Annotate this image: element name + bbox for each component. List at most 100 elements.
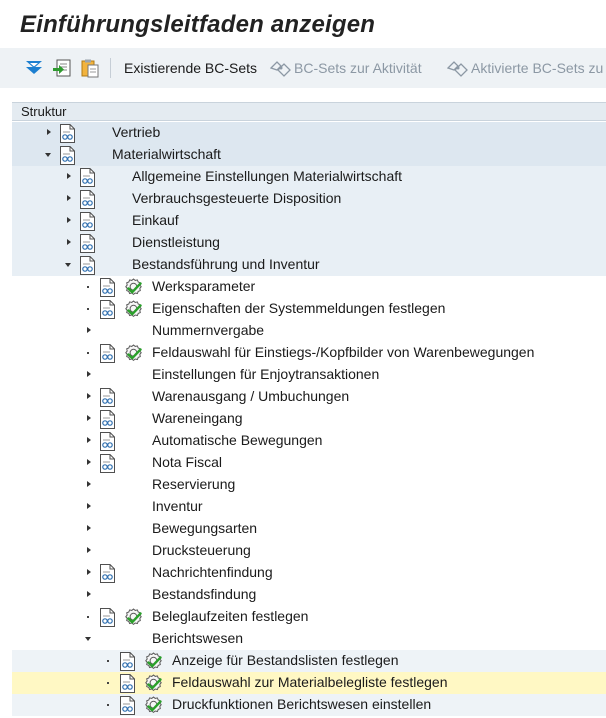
collapsed-arrow-icon[interactable]: [83, 496, 95, 518]
collapsed-arrow-icon[interactable]: [83, 320, 95, 342]
activated-bc-sets-button[interactable]: Aktivierte BC-Sets zu: [447, 48, 603, 88]
tree-node[interactable]: Nummernvergabe: [12, 320, 606, 342]
tree-node-label[interactable]: Vertrieb: [112, 124, 160, 140]
tree-node-label[interactable]: Feldauswahl für Einstiegs-/Kopfbilder vo…: [152, 344, 534, 360]
tree-node-label[interactable]: Materialwirtschaft: [112, 146, 221, 162]
tree-node-label[interactable]: Beleglaufzeiten festlegen: [152, 608, 308, 624]
documentation-icon[interactable]: [79, 190, 96, 209]
documentation-icon[interactable]: [99, 388, 116, 407]
documentation-icon[interactable]: [99, 564, 116, 583]
tree-node[interactable]: Eigenschaften der Systemmeldungen festle…: [12, 298, 606, 320]
tree-node[interactable]: Drucksteuerung: [12, 540, 606, 562]
tree-node[interactable]: Anzeige für Bestandslisten festlegen: [12, 650, 606, 672]
tree-node[interactable]: Inventur: [12, 496, 606, 518]
execute-activity-icon[interactable]: [144, 696, 163, 715]
documentation-icon[interactable]: [99, 454, 116, 473]
documentation-icon[interactable]: [99, 432, 116, 451]
tree-node-label[interactable]: Bestandsführung und Inventur: [132, 256, 320, 272]
execute-activity-icon[interactable]: [124, 608, 143, 627]
collapsed-arrow-icon[interactable]: [83, 386, 95, 408]
documentation-icon[interactable]: [59, 124, 76, 143]
existing-bc-sets-button[interactable]: Existierende BC-Sets: [124, 48, 257, 88]
collapsed-arrow-icon[interactable]: [83, 540, 95, 562]
tree-node-label[interactable]: Nummernvergabe: [152, 322, 264, 338]
collapsed-arrow-icon[interactable]: [83, 430, 95, 452]
documentation-icon[interactable]: [99, 300, 116, 319]
collapsed-arrow-icon[interactable]: [63, 166, 75, 188]
tree-node-label[interactable]: Nota Fiscal: [152, 454, 222, 470]
tree-node[interactable]: Werksparameter: [12, 276, 606, 298]
execute-activity-icon[interactable]: [124, 278, 143, 297]
tree-node-label[interactable]: Automatische Bewegungen: [152, 432, 322, 448]
tree-node-label[interactable]: Dienstleistung: [132, 234, 220, 250]
tree-node-label[interactable]: Nachrichtenfindung: [152, 564, 273, 580]
tree-node[interactable]: Vertrieb: [12, 122, 606, 144]
tree-node-label[interactable]: Einstellungen für Enjoytransaktionen: [152, 366, 379, 382]
collapsed-arrow-icon[interactable]: [43, 122, 55, 144]
collapsed-arrow-icon[interactable]: [63, 232, 75, 254]
tree-node[interactable]: Feldauswahl für Einstiegs-/Kopfbilder vo…: [12, 342, 606, 364]
tree-node[interactable]: Wareneingang: [12, 408, 606, 430]
documentation-icon[interactable]: [79, 234, 96, 253]
tree-node-label[interactable]: Allgemeine Einstellungen Materialwirtsch…: [132, 168, 402, 184]
tree-node-label[interactable]: Verbrauchsgesteuerte Disposition: [132, 190, 341, 206]
tree-node-selected[interactable]: Feldauswahl zur Materialbelegliste festl…: [12, 672, 606, 695]
documentation-icon[interactable]: [119, 652, 136, 671]
tree-node[interactable]: Bestandsfindung: [12, 584, 606, 606]
tree-node-label[interactable]: Eigenschaften der Systemmeldungen festle…: [152, 300, 445, 316]
expanded-arrow-icon[interactable]: [43, 144, 55, 166]
collapsed-arrow-icon[interactable]: [83, 584, 95, 606]
tree-node[interactable]: Einkauf: [12, 210, 606, 232]
expand-subtree-button[interactable]: [24, 48, 44, 88]
collapsed-arrow-icon[interactable]: [83, 474, 95, 496]
import-button[interactable]: [52, 48, 72, 88]
tree-node-label[interactable]: Einkauf: [132, 212, 179, 228]
tree-node-label[interactable]: Inventur: [152, 498, 203, 514]
execute-activity-icon[interactable]: [144, 674, 163, 693]
tree-node-label[interactable]: Bewegungsarten: [152, 520, 257, 536]
tree-node[interactable]: Materialwirtschaft: [12, 144, 606, 166]
documentation-icon[interactable]: [79, 212, 96, 231]
tree-node[interactable]: Nachrichtenfindung: [12, 562, 606, 584]
tree-node-label[interactable]: Warenausgang / Umbuchungen: [152, 388, 349, 404]
documentation-icon[interactable]: [99, 608, 116, 627]
tree-node-label[interactable]: Feldauswahl zur Materialbelegliste festl…: [172, 674, 447, 690]
tree-node[interactable]: Einstellungen für Enjoytransaktionen: [12, 364, 606, 386]
tree-node-label[interactable]: Anzeige für Bestandslisten festlegen: [172, 652, 398, 668]
tree-node-label[interactable]: Drucksteuerung: [152, 542, 251, 558]
tree-node[interactable]: Dienstleistung: [12, 232, 606, 254]
bc-sets-activity-button[interactable]: BC-Sets zur Aktivität: [270, 48, 422, 88]
collapsed-arrow-icon[interactable]: [83, 452, 95, 474]
clipboard-button[interactable]: [80, 48, 100, 88]
tree-node[interactable]: Nota Fiscal: [12, 452, 606, 474]
tree-node[interactable]: Beleglaufzeiten festlegen: [12, 606, 606, 628]
documentation-icon[interactable]: [119, 696, 136, 715]
collapsed-arrow-icon[interactable]: [83, 408, 95, 430]
tree-node[interactable]: Warenausgang / Umbuchungen: [12, 386, 606, 408]
collapsed-arrow-icon[interactable]: [63, 210, 75, 232]
execute-activity-icon[interactable]: [124, 344, 143, 363]
execute-activity-icon[interactable]: [124, 300, 143, 319]
tree-node-label[interactable]: Bestandsfindung: [152, 586, 256, 602]
documentation-icon[interactable]: [99, 410, 116, 429]
tree-node[interactable]: Automatische Bewegungen: [12, 430, 606, 452]
tree-node-label[interactable]: Reservierung: [152, 476, 235, 492]
expanded-arrow-icon[interactable]: [63, 254, 75, 276]
expanded-arrow-icon[interactable]: [83, 628, 95, 650]
collapsed-arrow-icon[interactable]: [83, 518, 95, 540]
documentation-icon[interactable]: [79, 168, 96, 187]
documentation-icon[interactable]: [79, 256, 96, 275]
tree-node[interactable]: Bewegungsarten: [12, 518, 606, 540]
tree-node-label[interactable]: Berichtswesen: [152, 630, 243, 646]
tree-node[interactable]: Verbrauchsgesteuerte Disposition: [12, 188, 606, 210]
structure-tree[interactable]: Vertrieb Materialwirtschaft Allgemeine Ein…: [12, 122, 606, 718]
tree-node-label[interactable]: Wareneingang: [152, 410, 243, 426]
collapsed-arrow-icon[interactable]: [83, 562, 95, 584]
tree-node[interactable]: Bestandsführung und Inventur: [12, 254, 606, 276]
tree-node-label[interactable]: Werksparameter: [152, 278, 255, 294]
documentation-icon[interactable]: [99, 278, 116, 297]
tree-node[interactable]: Allgemeine Einstellungen Materialwirtsch…: [12, 166, 606, 188]
tree-node[interactable]: Druckfunktionen Berichtswesen einstellen: [12, 694, 606, 716]
documentation-icon[interactable]: [99, 344, 116, 363]
execute-activity-icon[interactable]: [144, 652, 163, 671]
